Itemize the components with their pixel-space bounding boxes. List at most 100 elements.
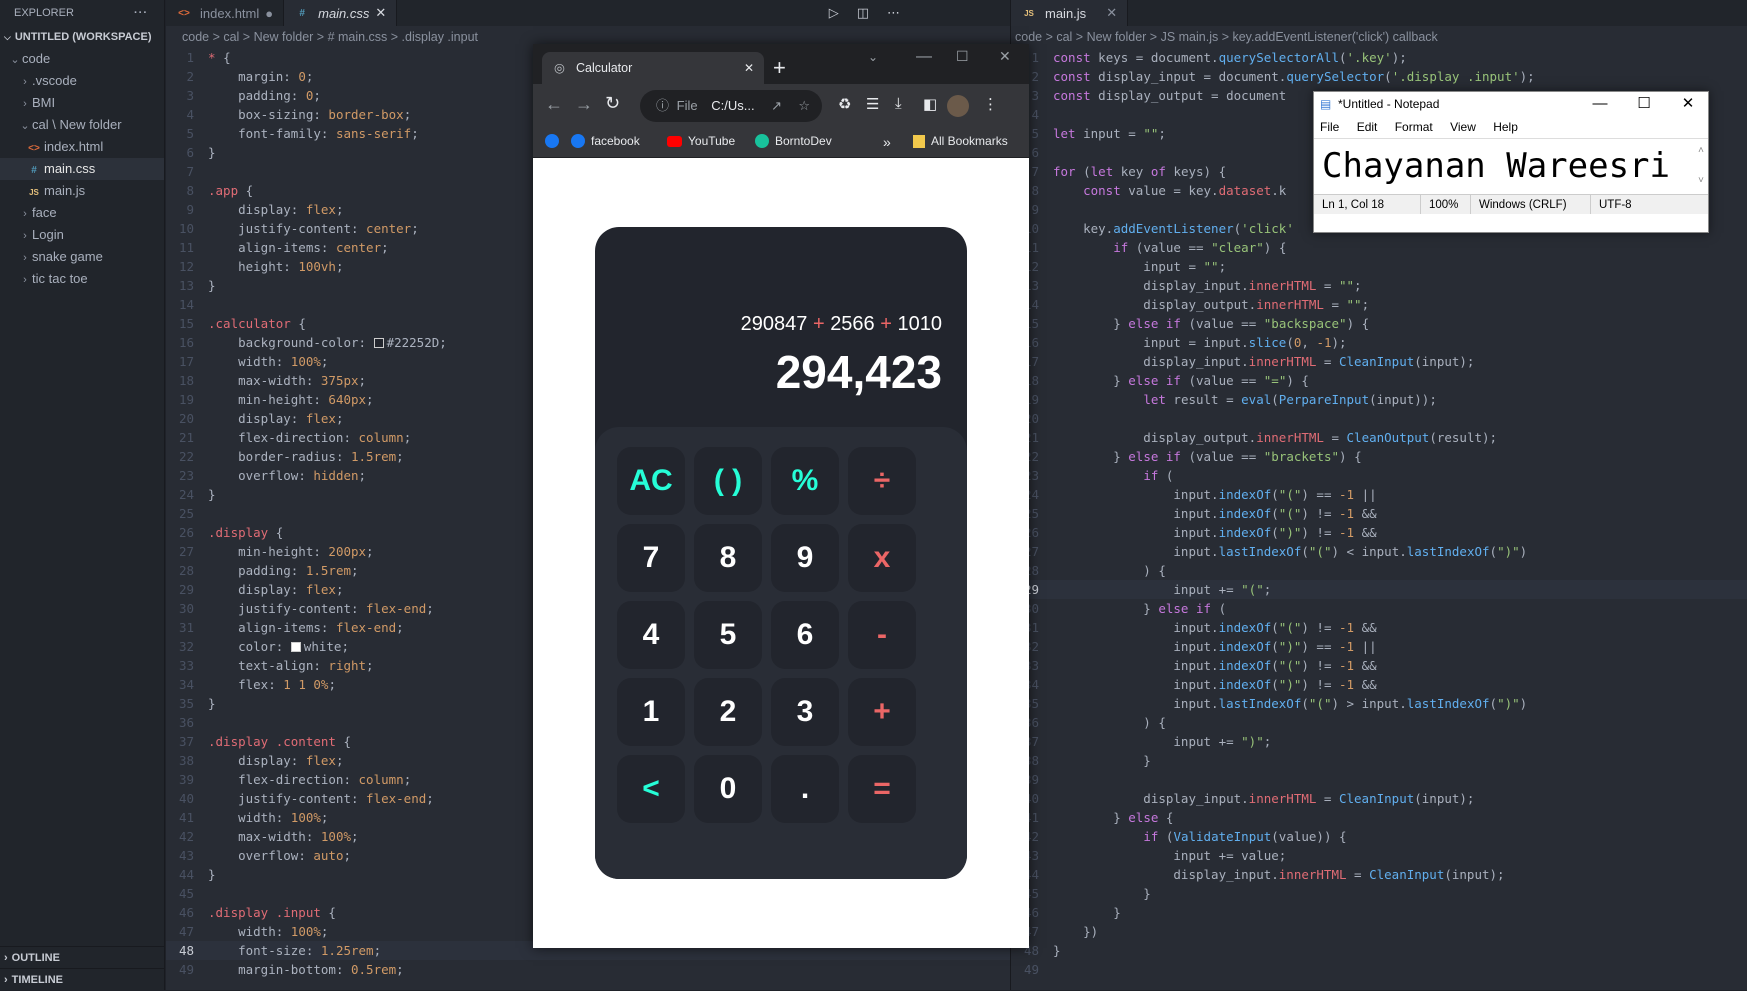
calc-key[interactable]: 9 [771,524,839,592]
code-line[interactable]: 13 display_input.innerHTML = ""; [1011,276,1747,295]
scroll-up-icon[interactable]: ˄ [1698,145,1704,157]
code-line[interactable]: 32 input.indexOf(")") == -1 || [1011,637,1747,656]
close-window-icon[interactable]: ✕ [1666,92,1710,116]
maximize-icon[interactable]: ☐ [1622,92,1666,116]
breadcrumb[interactable]: code > cal > New folder > JS main.js > k… [1011,26,1747,48]
close-tab-icon[interactable]: ✕ [744,52,754,84]
avatar[interactable] [947,95,969,117]
download-icon[interactable]: ⤓ [895,95,902,112]
calc-key[interactable]: 7 [617,524,685,592]
code-line[interactable]: 47 }) [1011,922,1747,941]
code-line[interactable]: 19 let result = eval(PerpareInput(input)… [1011,390,1747,409]
calc-key[interactable]: 0 [694,755,762,823]
facebook-icon[interactable] [545,134,559,148]
code-line[interactable]: 21 display_output.innerHTML = CleanOutpu… [1011,428,1747,447]
code-line[interactable]: 16 input = input.slice(0, -1); [1011,333,1747,352]
code-line[interactable]: 43 input += value; [1011,846,1747,865]
code-line[interactable]: 18 } else if (value == "=") { [1011,371,1747,390]
calc-key[interactable]: ( ) [694,447,762,515]
notepad-text-area[interactable]: Chayanan Wareesri ˄ ˅ [1314,138,1708,194]
more-actions-icon[interactable]: ⋯ [887,5,900,21]
more-bookmarks-icon[interactable]: » [883,134,891,150]
split-editor-icon[interactable]: ◫ [857,5,869,21]
close-window-icon[interactable]: ✕ [999,48,1011,65]
folder-vscode[interactable]: › .vscode [0,70,164,92]
tab-main-css[interactable]: # main.css ✕ [284,0,398,26]
menu-help[interactable]: Help [1493,120,1518,134]
more-actions-icon[interactable]: ··· [134,0,148,26]
address-bar[interactable]: ⓘ File C:/Us... ↗ ☆ [640,90,822,122]
close-icon[interactable]: ✕ [375,5,386,21]
code-line[interactable]: 24 input.indexOf("(") == -1 || [1011,485,1747,504]
bookmark-youtube[interactable]: YouTube [667,134,735,148]
calc-key[interactable]: 4 [617,601,685,669]
code-line[interactable]: 20 [1011,409,1747,428]
browser-tab[interactable]: ◎ Calculator ✕ [542,52,764,84]
code-line[interactable]: 11 if (value == "clear") { [1011,238,1747,257]
bookmark-facebook[interactable]: facebook [571,134,640,148]
calc-key[interactable]: 6 [771,601,839,669]
code-line[interactable]: 37 input += ")"; [1011,732,1747,751]
calc-key[interactable]: % [771,447,839,515]
menu-icon[interactable]: ⋮ [983,95,998,113]
code-line[interactable]: 26 input.indexOf(")") != -1 && [1011,523,1747,542]
folder-login[interactable]: › Login [0,224,164,246]
tab-main-js[interactable]: JS main.js ✕ [1011,0,1129,26]
tab-search-icon[interactable]: ⌄ [868,50,878,64]
file-main-css[interactable]: # main.css [0,158,164,180]
code-line[interactable]: 17 display_input.innerHTML = CleanInput(… [1011,352,1747,371]
menu-format[interactable]: Format [1395,120,1433,134]
new-tab-button[interactable]: + [773,52,786,84]
reading-list-icon[interactable]: ☰ [866,95,879,113]
code-line[interactable]: 42 if (ValidateInput(value)) { [1011,827,1747,846]
calc-key[interactable]: 1 [617,678,685,746]
run-icon[interactable]: ▷ [829,5,839,21]
calc-key[interactable]: 8 [694,524,762,592]
code-line[interactable]: 12 input = ""; [1011,257,1747,276]
code-line[interactable]: 38 } [1011,751,1747,770]
minimize-icon[interactable]: — [1578,92,1622,116]
calc-key[interactable]: < [617,755,685,823]
file-index-html[interactable]: <> index.html [0,136,164,158]
folder-tic-tac-toe[interactable]: › tic tac toe [0,268,164,290]
code-line[interactable]: 45 } [1011,884,1747,903]
code-line[interactable]: 48} [1011,941,1747,960]
code-line[interactable]: 40 display_input.innerHTML = CleanInput(… [1011,789,1747,808]
code-line[interactable]: 22 } else if (value == "brackets") { [1011,447,1747,466]
code-line[interactable]: 14 display_output.innerHTML = ""; [1011,295,1747,314]
extensions-icon[interactable]: ♻ [838,95,851,113]
calc-key[interactable]: - [848,601,916,669]
calc-key[interactable]: 2 [694,678,762,746]
share-icon[interactable]: ↗ [771,90,782,122]
scroll-down-icon[interactable]: ˅ [1698,175,1704,187]
side-panel-icon[interactable]: ◧ [923,95,937,113]
timeline-section[interactable]: › TIMELINE [0,968,165,990]
close-icon[interactable]: ✕ [1106,5,1117,21]
menu-view[interactable]: View [1450,120,1476,134]
folder-code[interactable]: ⌄ code [0,48,164,70]
minimize-icon[interactable]: — [916,48,932,66]
code-line[interactable]: 15 } else if (value == "backspace") { [1011,314,1747,333]
all-bookmarks[interactable]: All Bookmarks [913,134,1008,148]
forward-icon[interactable]: → [575,94,593,115]
code-line[interactable]: 49 [1011,960,1747,979]
code-line[interactable]: 44 display_input.innerHTML = CleanInput(… [1011,865,1747,884]
code-line[interactable]: 29 input += "("; [1011,580,1747,599]
folder-face[interactable]: › face [0,202,164,224]
code-line[interactable]: 34 input.indexOf(")") != -1 && [1011,675,1747,694]
code-line[interactable]: 36 ) { [1011,713,1747,732]
menu-file[interactable]: File [1320,120,1339,134]
code-line[interactable]: 35 input.lastIndexOf("(") > input.lastIn… [1011,694,1747,713]
calc-key[interactable]: AC [617,447,685,515]
calc-key[interactable]: 5 [694,601,762,669]
star-icon[interactable]: ☆ [798,90,810,122]
code-line[interactable]: 33 input.indexOf("(") != -1 && [1011,656,1747,675]
maximize-icon[interactable]: ☐ [956,48,969,65]
file-main-js[interactable]: JS main.js [0,180,164,202]
menu-edit[interactable]: Edit [1357,120,1378,134]
code-line[interactable]: 27 input.lastIndexOf("(") < input.lastIn… [1011,542,1747,561]
calc-key[interactable]: = [848,755,916,823]
code-line[interactable]: 46 } [1011,903,1747,922]
code-line[interactable]: 28 ) { [1011,561,1747,580]
code-line[interactable]: 49 margin-bottom: 0.5rem; [166,960,1010,979]
